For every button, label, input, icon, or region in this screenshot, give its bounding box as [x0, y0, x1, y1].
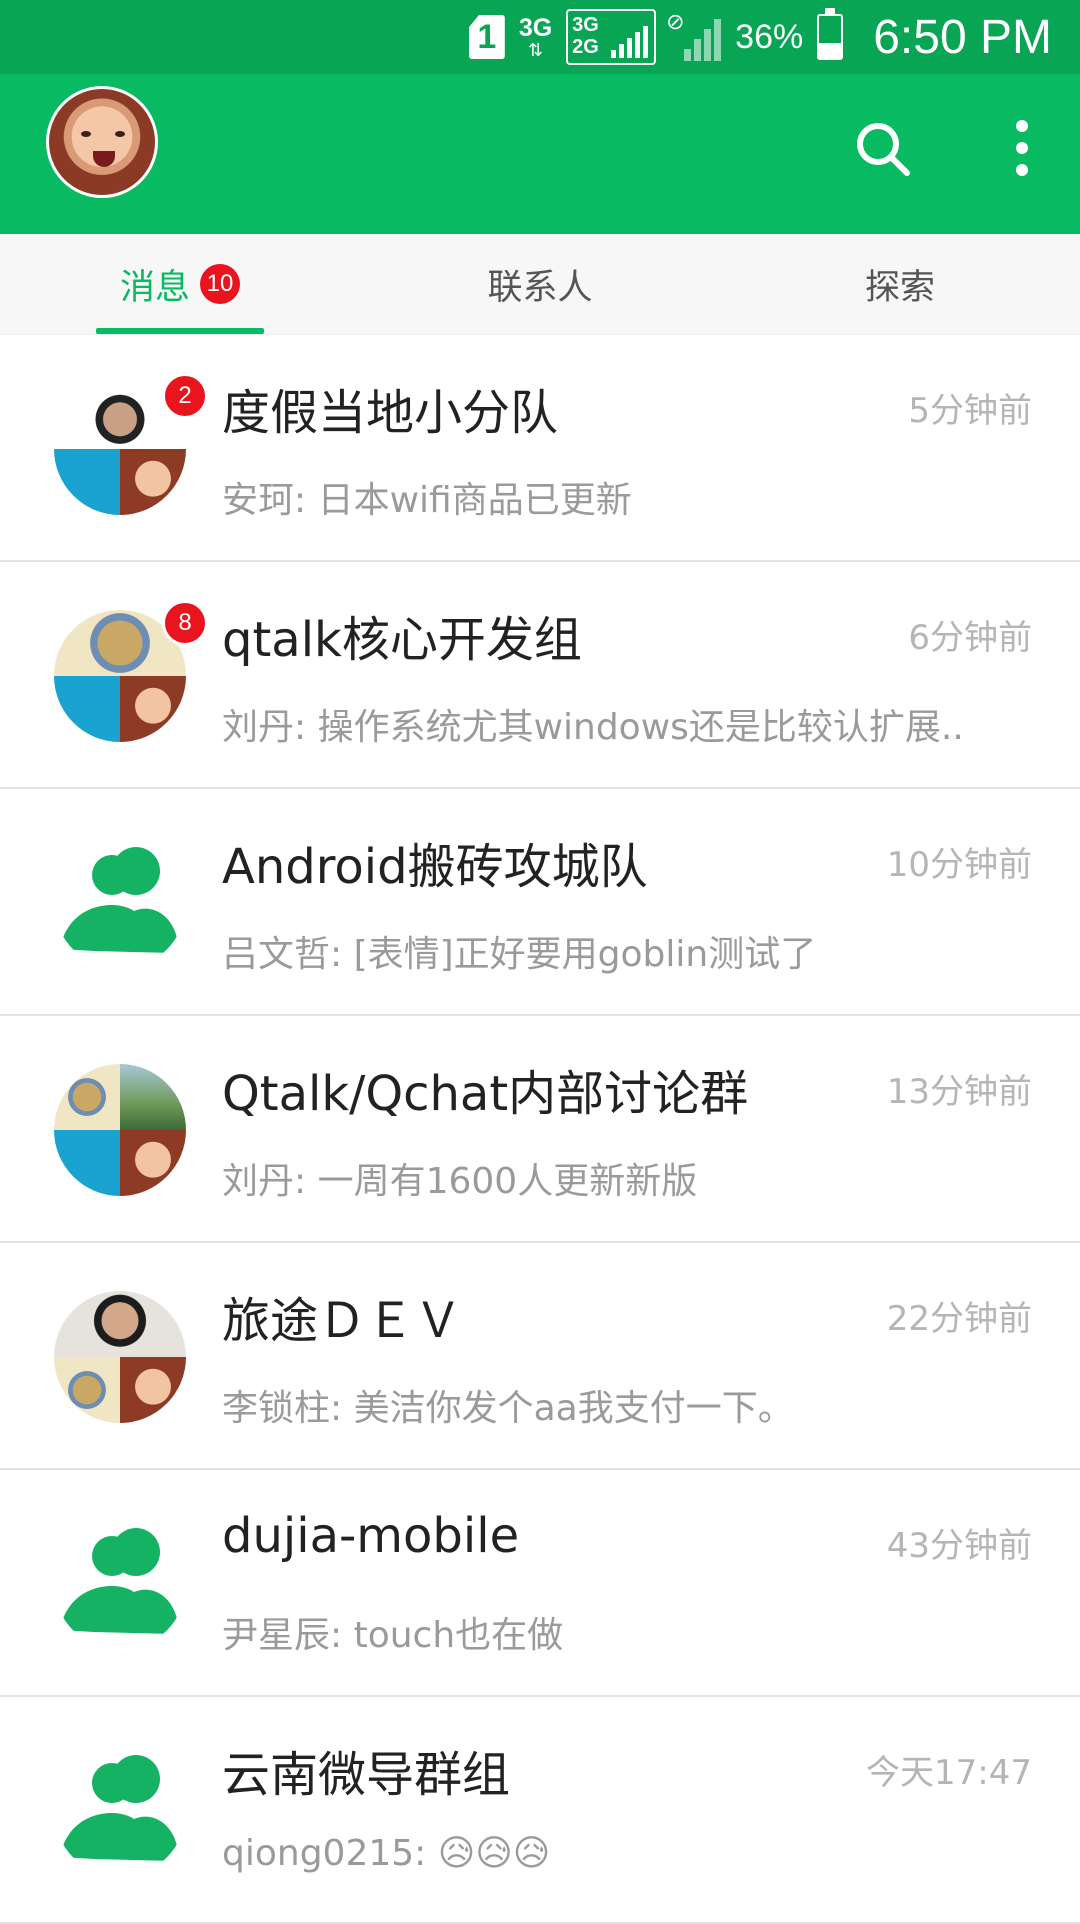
conversation-item[interactable]: 8 qtalk核心开发组 6分钟前 刘丹: 操作系统尤其windows还是比较认… [0, 562, 1080, 789]
data-activity-icon: ⇅ [527, 39, 544, 60]
tab-unread-badge: 10 [200, 264, 240, 304]
network-type-indicator: 3G ⇅ [518, 13, 553, 60]
conversation-item[interactable]: Qtalk/Qchat内部讨论群 13分钟前 刘丹: 一周有1600人更新新版 [0, 1016, 1080, 1243]
battery-percent: 36% [735, 17, 804, 56]
conversation-item[interactable]: dujia-mobile 43分钟前 尹星辰: touch也在做 [0, 1470, 1080, 1697]
network-type-label: 3G [518, 13, 553, 42]
conversation-item[interactable]: 2 度假当地小分队 5分钟前 安珂: 日本wifi商品已更新 [0, 335, 1080, 562]
tab-messages[interactable]: 消息 10 [0, 234, 360, 334]
conversation-time: 43分钟前 [886, 1526, 1032, 1566]
no-sim-signal-icon: ⊘ [666, 9, 722, 61]
conversation-preview: 李锁柱: 美洁你发个aa我支付一下。 [222, 1388, 794, 1429]
tab-label: 联系人 [487, 267, 593, 308]
group-icon [60, 1528, 178, 1634]
conversation-title: 度假当地小分队 [222, 385, 559, 441]
conversation-title: 旅途ＤＥＶ [222, 1293, 463, 1349]
conversation-time: 5分钟前 [908, 391, 1032, 431]
group-avatar [54, 837, 186, 969]
conversation-title: Qtalk/Qchat内部讨论群 [222, 1066, 749, 1122]
status-icons: 1 3G ⇅ 3G 2G ⊘ 36% 6:50 PM [468, 0, 1052, 74]
conversation-item[interactable]: Android搬砖攻城队 10分钟前 吕文哲: [表情]正好要用goblin测试… [0, 789, 1080, 1016]
tab-label: 消息 [119, 267, 190, 308]
tab-explore[interactable]: 探索 [720, 234, 1080, 334]
group-icon [60, 847, 178, 953]
conversation-time: 6分钟前 [908, 618, 1032, 658]
no-sim-icon: ⊘ [666, 9, 685, 34]
conversation-title: Android搬砖攻城队 [222, 839, 648, 895]
conversation-preview: 刘丹: 操作系统尤其windows还是比较认扩展.. [222, 707, 964, 748]
battery-icon [817, 8, 844, 60]
unread-badge: 8 [162, 600, 208, 646]
conversation-preview: 尹星辰: touch也在做 [222, 1615, 564, 1656]
user-avatar[interactable] [46, 86, 158, 198]
conversation-time: 22分钟前 [886, 1299, 1032, 1339]
group-icon [60, 1755, 178, 1861]
battery-fill [819, 42, 842, 58]
conversation-item[interactable]: 旅途ＤＥＶ 22分钟前 李锁柱: 美洁你发个aa我支付一下。 [0, 1243, 1080, 1470]
conversation-title: dujia-mobile [222, 1508, 520, 1564]
app-bar [0, 74, 1080, 234]
conversation-preview: 刘丹: 一周有1600人更新新版 [222, 1161, 698, 1202]
conversation-time: 10分钟前 [886, 845, 1032, 885]
conversation-title: qtalk核心开发组 [222, 612, 582, 668]
conversation-item[interactable]: 云南微导群组 今天17:47 qiong0215: 😥😥😥 [0, 1697, 1080, 1924]
search-icon[interactable] [852, 118, 912, 178]
conversation-list: 2 度假当地小分队 5分钟前 安珂: 日本wifi商品已更新 8 qtalk核心… [0, 335, 1080, 1924]
group-avatar [54, 1291, 186, 1423]
more-vert-icon[interactable] [1012, 118, 1032, 178]
tab-label: 探索 [864, 267, 935, 308]
conversation-preview: qiong0215: 😥😥😥 [222, 1833, 551, 1874]
conversation-preview: 安珂: 日本wifi商品已更新 [222, 480, 632, 521]
unread-badge: 2 [162, 373, 208, 419]
status-clock: 6:50 PM [873, 10, 1052, 64]
tab-contacts[interactable]: 联系人 [360, 234, 720, 334]
tab-bar: 消息 10 联系人 探索 [0, 234, 1080, 335]
active-tab-indicator [96, 328, 264, 334]
group-avatar [54, 1064, 186, 1196]
conversation-preview: 吕文哲: [表情]正好要用goblin测试了 [222, 934, 817, 975]
group-avatar [54, 1745, 186, 1877]
conversation-time: 13分钟前 [886, 1072, 1032, 1112]
sim-slot-icon: 1 [468, 15, 505, 59]
dual-network-icon: 3G 2G [566, 9, 657, 65]
conversation-title: 云南微导群组 [222, 1747, 511, 1803]
signal-bars-icon [611, 26, 649, 58]
status-bar: 1 3G ⇅ 3G 2G ⊘ 36% 6:50 PM [0, 0, 1080, 74]
group-avatar [54, 1518, 186, 1650]
conversation-time: 今天17:47 [866, 1753, 1032, 1793]
